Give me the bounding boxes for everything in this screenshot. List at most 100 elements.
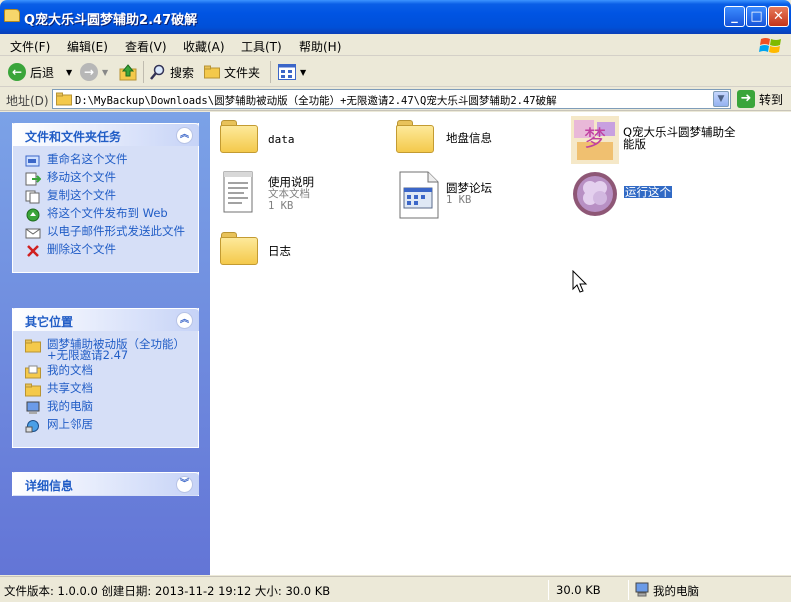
shared-documents-icon xyxy=(25,383,41,397)
window-title: Q宠大乐斗圆梦辅助2.47破解 xyxy=(24,13,198,28)
address-bar: 地址(D) D:\MyBackup\Downloads\圆梦辅助被动版（全功能）… xyxy=(0,87,791,111)
task-copy[interactable]: 复制这个文件 xyxy=(25,189,188,204)
folder-icon xyxy=(56,92,72,106)
task-email[interactable]: 以电子邮件形式发送此文件 xyxy=(25,225,188,240)
file-item[interactable]: 使用说明 文本文档 1 KB xyxy=(222,170,314,216)
task-move[interactable]: 移动这个文件 xyxy=(25,171,188,186)
place-parent-folder[interactable]: 圆梦辅助被动版（全功能）+无限邀请2.47 xyxy=(25,338,188,361)
toolbar-separator xyxy=(270,61,271,83)
status-separator xyxy=(628,580,629,600)
task-delete[interactable]: 删除这个文件 xyxy=(25,243,188,258)
file-item[interactable]: 地盘信息 xyxy=(396,120,492,153)
place-shared-documents[interactable]: 共享文档 xyxy=(25,382,188,397)
file-tasks-title: 文件和文件夹任务 xyxy=(25,130,122,144)
file-name: data xyxy=(268,133,295,146)
collapse-up-icon[interactable]: ︽ xyxy=(176,312,193,329)
file-list[interactable]: data 地盘信息 梦 Q宠大乐斗圆梦辅助全能版 使用说明 文本文档 1 KB … xyxy=(210,112,791,575)
close-button[interactable]: ✕ xyxy=(768,6,789,27)
go-button[interactable]: ➜ 转到 xyxy=(737,90,783,108)
search-icon xyxy=(150,64,165,80)
file-size: 1 KB xyxy=(268,200,294,212)
menu-help[interactable]: 帮助(H) xyxy=(299,38,341,55)
file-item[interactable]: 梦 Q宠大乐斗圆梦辅助全能版 xyxy=(571,116,741,164)
status-bar: 文件版本: 1.0.0.0 创建日期: 2013-11-2 19:12 大小: … xyxy=(0,576,791,602)
folder-icon xyxy=(25,339,41,353)
file-name: Q宠大乐斗圆梦辅助全能版 xyxy=(623,125,736,151)
delete-icon xyxy=(27,245,39,257)
address-path: D:\MyBackup\Downloads\圆梦辅助被动版（全功能）+无限邀请2… xyxy=(75,95,557,107)
image-thumbnail-icon: 梦 xyxy=(571,116,619,164)
expand-down-icon[interactable]: ︾ xyxy=(176,476,193,493)
task-pane: 文件和文件夹任务 ︽ 重命名这个文件 移动这个文件 复制这个文件 将这个文件发布… xyxy=(0,112,210,575)
title-bar[interactable]: Q宠大乐斗圆梦辅助2.47破解 _ □ ✕ xyxy=(0,0,791,34)
move-icon xyxy=(25,172,41,186)
clover-app-icon xyxy=(573,172,617,216)
views-grid-icon xyxy=(278,64,296,80)
file-item[interactable]: 圆梦论坛 1 KB xyxy=(398,170,492,220)
menu-favorites[interactable]: 收藏(A) xyxy=(183,38,225,55)
address-dropdown-icon[interactable]: ▼ xyxy=(713,91,729,107)
file-name: 运行这个 xyxy=(624,185,672,199)
other-places-panel: 其它位置 ︽ 圆梦辅助被动版（全功能）+无限邀请2.47 我的文档 共享文档 我… xyxy=(12,308,199,448)
details-title: 详细信息 xyxy=(25,479,74,493)
file-name: 使用说明 xyxy=(268,175,314,189)
folder-icon xyxy=(220,120,258,153)
back-button[interactable]: ← 后退 ▼ xyxy=(8,62,72,82)
forward-button[interactable]: → ▼ xyxy=(80,62,108,82)
minimize-button[interactable]: _ xyxy=(724,6,745,27)
details-header[interactable]: 详细信息 ︾ xyxy=(12,472,199,495)
my-computer-icon xyxy=(635,582,649,597)
views-button[interactable]: ▼ xyxy=(278,62,306,82)
back-label: 后退 xyxy=(30,65,55,80)
place-my-documents[interactable]: 我的文档 xyxy=(25,364,188,379)
folder-icon xyxy=(396,120,434,153)
menu-edit[interactable]: 编辑(E) xyxy=(67,38,108,55)
menu-bar: 文件(F) 编辑(E) 查看(V) 收藏(A) 工具(T) 帮助(H) xyxy=(0,34,791,56)
place-my-computer[interactable]: 我的电脑 xyxy=(25,400,188,415)
folders-label: 文件夹 xyxy=(224,65,261,80)
file-item[interactable]: data xyxy=(220,120,295,153)
rename-icon xyxy=(25,155,40,167)
forward-dropdown-icon[interactable]: ▼ xyxy=(102,68,108,77)
email-icon xyxy=(25,228,41,239)
status-size: 30.0 KB xyxy=(556,583,601,597)
file-item[interactable]: 日志 xyxy=(220,232,291,265)
maximize-button[interactable]: □ xyxy=(746,6,767,27)
status-info: 文件版本: 1.0.0.0 创建日期: 2013-11-2 19:12 大小: … xyxy=(4,584,331,598)
task-rename[interactable]: 重命名这个文件 xyxy=(25,153,188,168)
file-size: 1 KB xyxy=(446,194,472,206)
collapse-up-icon[interactable]: ︽ xyxy=(176,127,193,144)
toolbar-separator xyxy=(143,61,144,83)
folders-icon xyxy=(204,65,220,79)
folder-icon xyxy=(220,232,258,265)
menu-file[interactable]: 文件(F) xyxy=(10,38,50,55)
file-tasks-header[interactable]: 文件和文件夹任务 ︽ xyxy=(12,123,199,146)
forward-arrow-icon: → xyxy=(80,63,98,81)
back-dropdown-icon[interactable]: ▼ xyxy=(66,68,72,77)
other-places-header[interactable]: 其它位置 ︽ xyxy=(12,308,199,331)
details-panel: 详细信息 ︾ xyxy=(12,472,199,496)
go-arrow-icon: ➜ xyxy=(737,90,755,108)
internet-shortcut-icon xyxy=(399,171,439,219)
windows-logo-icon xyxy=(759,38,781,53)
file-name: 圆梦论坛 xyxy=(446,181,492,195)
menu-view[interactable]: 查看(V) xyxy=(125,38,167,55)
back-arrow-icon: ← xyxy=(8,63,26,81)
other-places-title: 其它位置 xyxy=(25,315,74,329)
address-input[interactable]: D:\MyBackup\Downloads\圆梦辅助被动版（全功能）+无限邀请2… xyxy=(52,89,731,109)
my-computer-icon xyxy=(26,401,40,414)
copy-icon xyxy=(25,190,40,204)
folders-button[interactable]: 文件夹 xyxy=(204,62,260,82)
up-button[interactable] xyxy=(119,62,137,82)
search-button[interactable]: 搜索 xyxy=(150,62,194,82)
status-separator xyxy=(548,580,549,600)
toolbar: ← 后退 ▼ → ▼ 搜索 文件夹 ▼ xyxy=(0,57,791,87)
go-label: 转到 xyxy=(759,92,784,107)
place-network[interactable]: 网上邻居 xyxy=(25,418,188,433)
network-icon xyxy=(25,420,39,433)
text-document-icon xyxy=(223,171,253,213)
file-item[interactable]: 运行这个 xyxy=(572,170,672,218)
views-dropdown-icon[interactable]: ▼ xyxy=(300,68,306,77)
menu-tools[interactable]: 工具(T) xyxy=(241,38,282,55)
task-publish-web[interactable]: 将这个文件发布到 Web xyxy=(25,207,188,222)
